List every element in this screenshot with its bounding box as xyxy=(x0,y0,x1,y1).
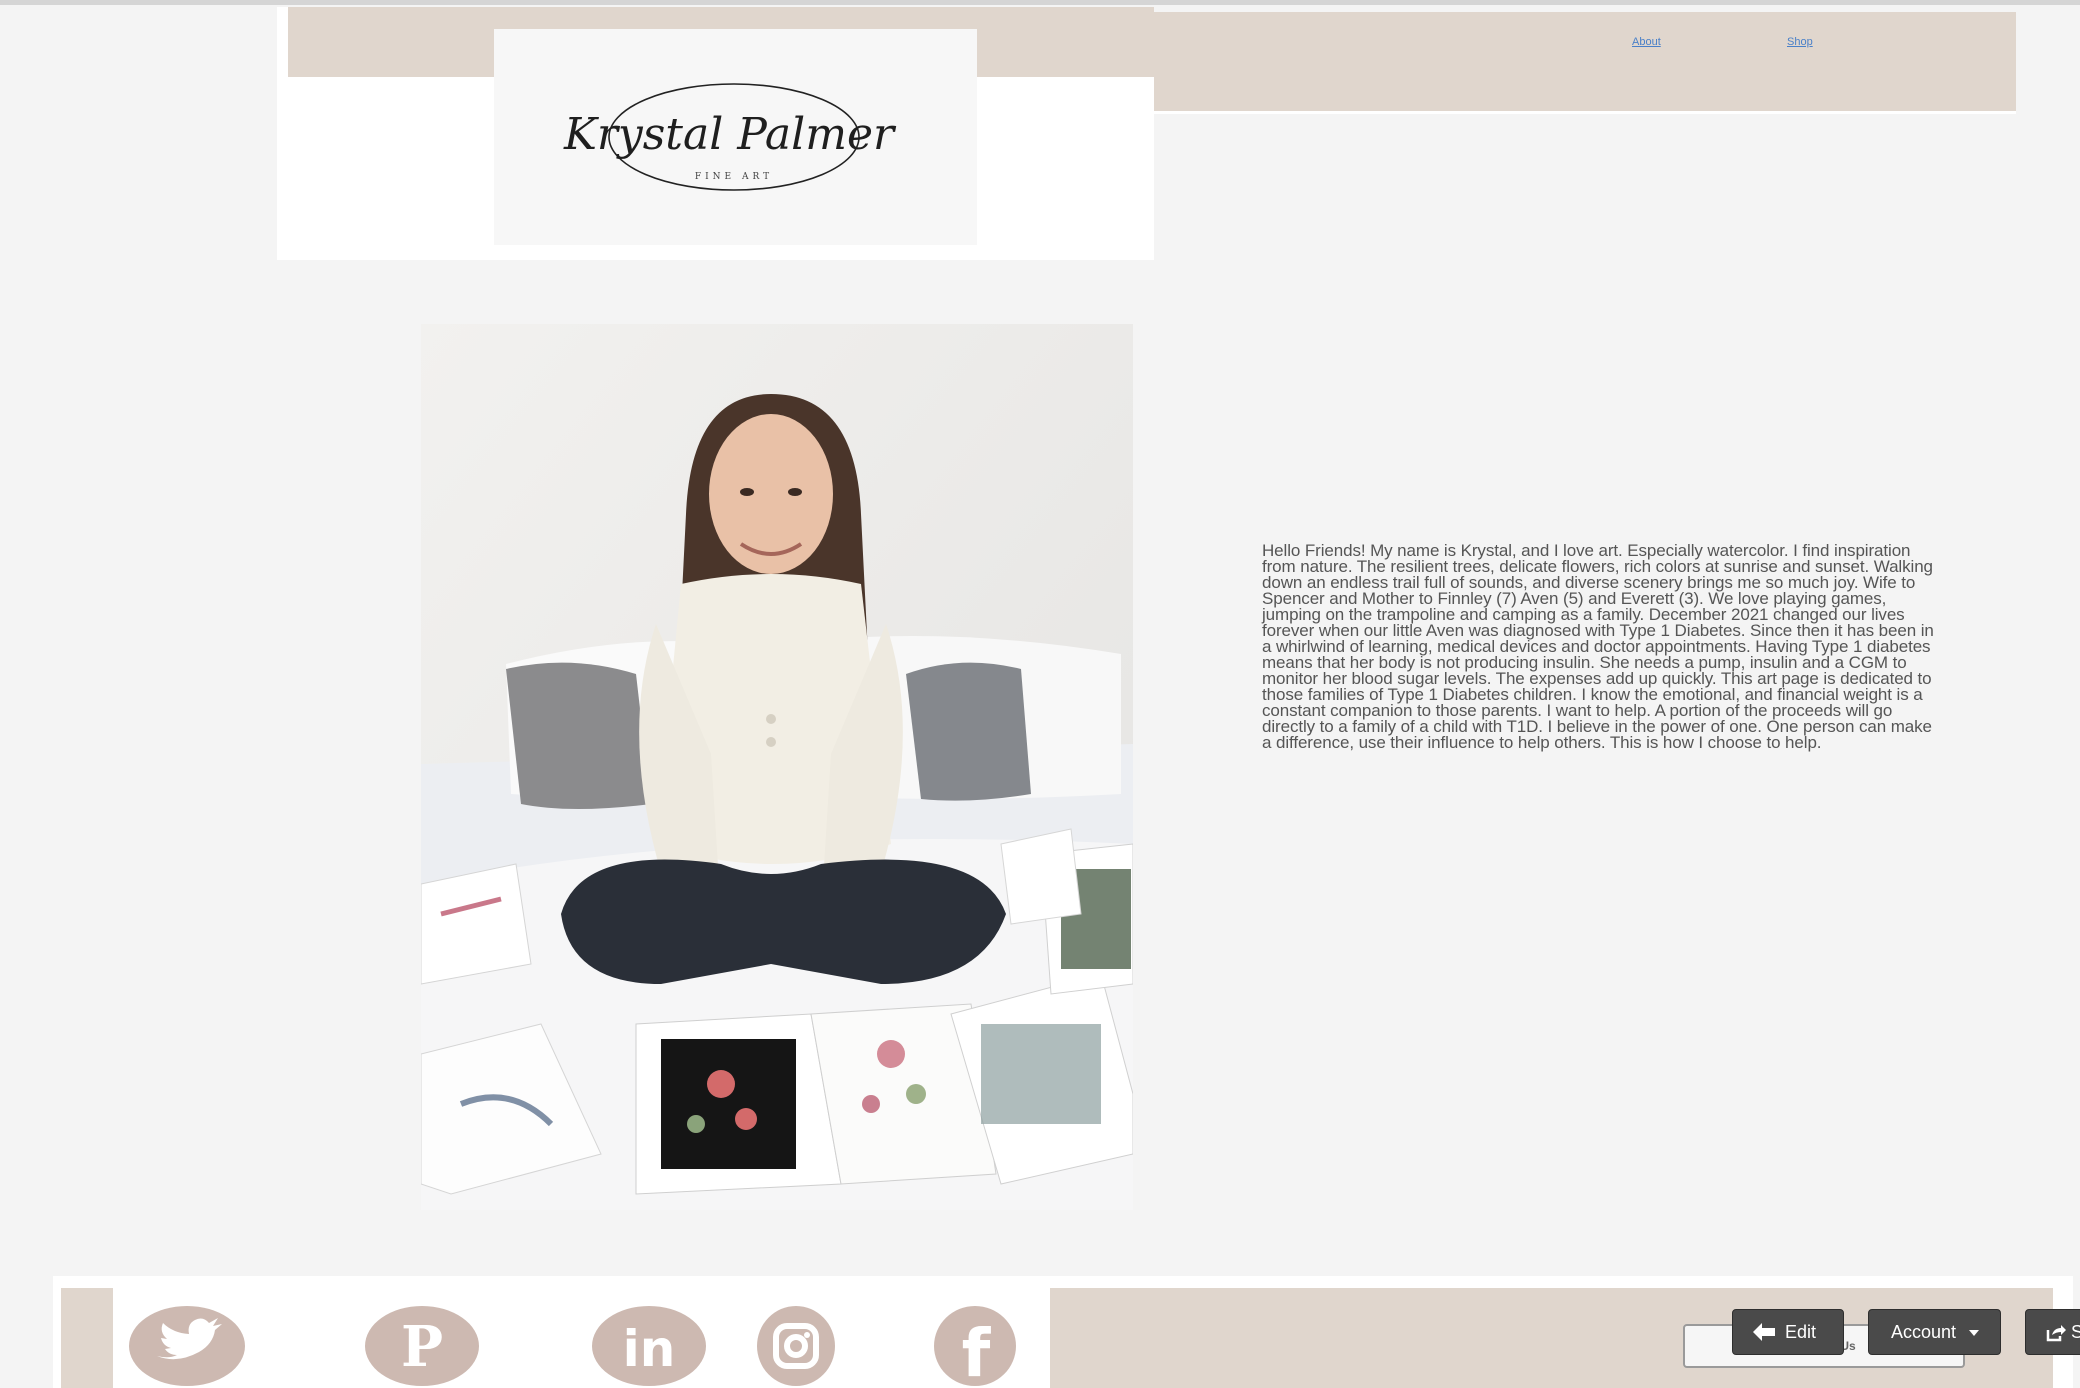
portrait-photo xyxy=(421,324,1133,1210)
arrow-left-icon xyxy=(1753,1323,1775,1341)
site-logo[interactable]: Krystal Palmer FINE ART xyxy=(494,29,977,245)
account-menu-button[interactable]: Account xyxy=(1868,1309,2001,1355)
nav-shop-link[interactable]: Shop xyxy=(1787,36,1813,48)
facebook-icon[interactable]: f xyxy=(933,1304,1017,1388)
instagram-icon[interactable] xyxy=(756,1304,836,1388)
pinterest-icon[interactable]: P xyxy=(363,1304,481,1388)
svg-text:f: f xyxy=(962,1315,992,1388)
top-border xyxy=(0,0,2080,5)
nav-divider xyxy=(1154,111,2016,114)
logo-header: Krystal Palmer FINE ART xyxy=(277,7,1154,260)
edit-button[interactable]: Edit xyxy=(1732,1309,1844,1355)
logo-name: Krystal Palmer xyxy=(563,109,897,160)
share-label: S xyxy=(2071,1322,2080,1342)
logo-tagline: FINE ART xyxy=(695,172,773,182)
twitter-icon[interactable] xyxy=(127,1304,247,1388)
share-icon xyxy=(2046,1325,2066,1342)
svg-text:in: in xyxy=(623,1320,676,1378)
nav-bar xyxy=(1154,12,2016,111)
svg-text:P: P xyxy=(401,1314,443,1380)
bio-text: Hello Friends! My name is Krystal, and I… xyxy=(1262,541,1934,752)
linkedin-icon[interactable]: in xyxy=(590,1304,708,1388)
edit-label: Edit xyxy=(1785,1322,1817,1342)
account-label: Account xyxy=(1891,1322,1957,1342)
nav-about-link[interactable]: About xyxy=(1632,36,1661,48)
footer-accent-left xyxy=(61,1288,113,1388)
share-button[interactable]: S xyxy=(2025,1309,2080,1355)
caret-down-icon xyxy=(1969,1330,1980,1337)
